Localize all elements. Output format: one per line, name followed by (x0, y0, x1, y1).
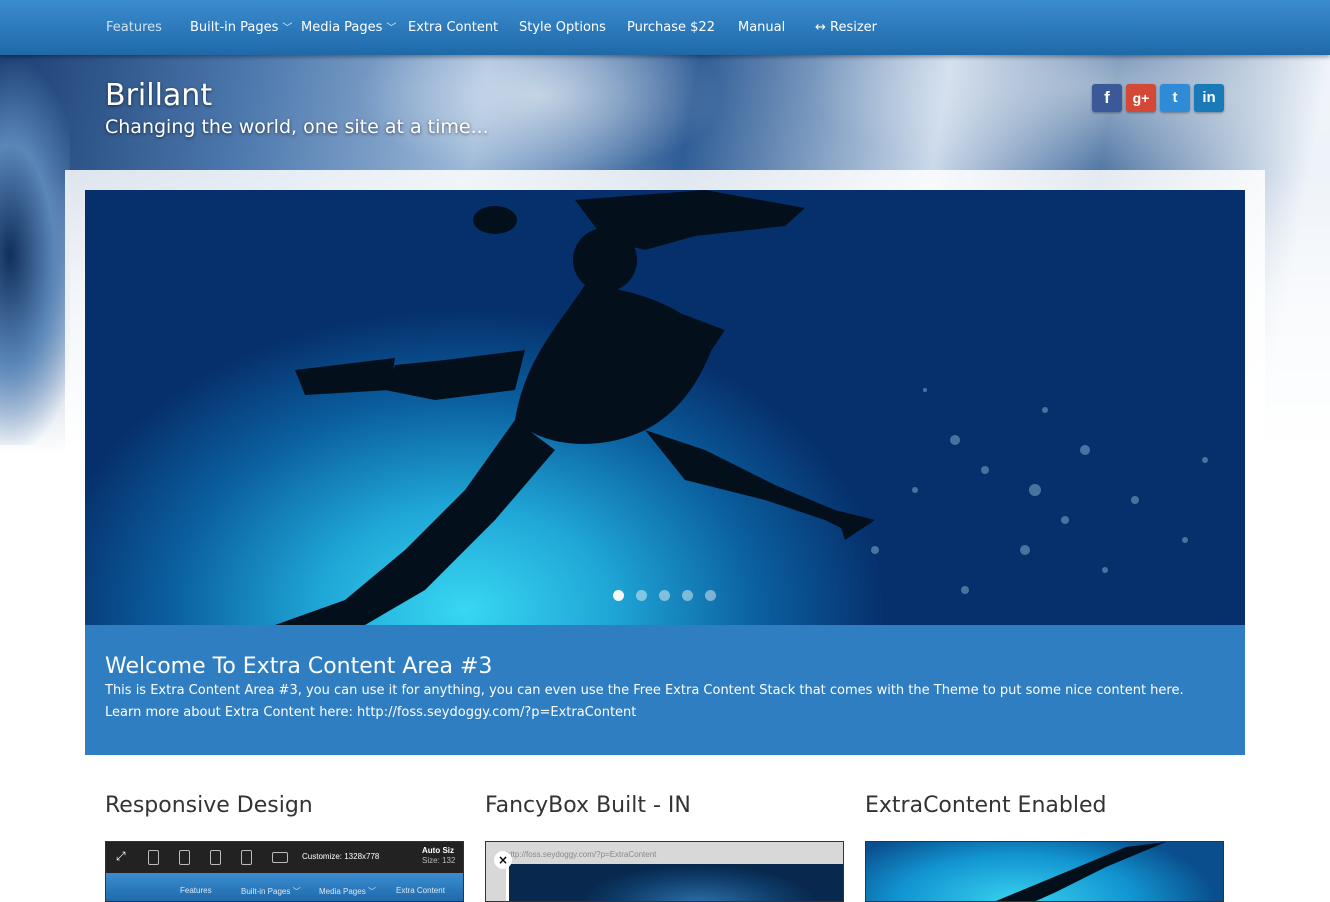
nav-item-manual[interactable]: Manual (738, 19, 785, 37)
extra-content-title: Welcome To Extra Content Area #3 (105, 654, 493, 679)
expand-icon: ⤢ (116, 849, 126, 863)
thumbnail-url-text: http://foss.seydoggy.com/?p=ExtraContent (506, 850, 657, 859)
facebook-icon[interactable]: f (1092, 84, 1122, 112)
google-plus-icon[interactable]: g+ (1126, 84, 1156, 112)
slider-dot[interactable] (659, 590, 670, 601)
nav-item-purchase[interactable]: Purchase $22 (627, 19, 715, 37)
mini-nav-item: Media Pages ﹀ (319, 887, 376, 896)
auto-size-label: Auto Siz (422, 846, 454, 855)
extra-content-text: This is Extra Content Area #3, you can u… (105, 683, 1184, 698)
thumbnail-fancybox[interactable]: http://foss.seydoggy.com/?p=ExtraContent… (485, 841, 844, 902)
chevron-down-icon: ﹀ (386, 23, 397, 34)
phone-landscape-icon (179, 850, 190, 865)
bubbles-decoration (871, 388, 1208, 594)
linkedin-icon[interactable]: in (1194, 84, 1224, 112)
slider-dot[interactable] (705, 590, 716, 601)
slider-pagination (613, 586, 728, 601)
feature-heading-fancybox: FancyBox Built - IN (485, 793, 691, 818)
customize-size-label: Customize: 1328x778 (302, 852, 380, 861)
image-slider[interactable] (85, 190, 1245, 625)
site-tagline: Changing the world, one site at a time..… (105, 116, 489, 138)
mini-nav-item: Extra Content (396, 886, 445, 895)
slider-dot[interactable] (682, 590, 693, 601)
twitter-icon[interactable]: t (1160, 84, 1190, 112)
phone-icon (148, 850, 159, 865)
nav-item-resizer[interactable]: ↔ Resizer (815, 19, 877, 37)
thumbnail-extracontent[interactable] (865, 841, 1224, 902)
thumbnail-responsive-design[interactable]: ⤢ Customize: 1328x778 Auto Siz Size: 132… (105, 841, 464, 902)
slider-dot[interactable] (636, 590, 647, 601)
desktop-icon (272, 852, 288, 863)
close-icon[interactable]: × (494, 851, 512, 869)
size-label: Size: 132 (422, 856, 456, 865)
mini-nav-item: Features (180, 886, 212, 895)
site-title[interactable]: Brillant (105, 78, 212, 113)
feature-heading-extracontent: ExtraContent Enabled (865, 793, 1107, 818)
chevron-down-icon: ﹀ (282, 23, 293, 34)
extra-content-link-text[interactable]: Learn more about Extra Content here: htt… (105, 705, 636, 720)
main-navigation: Features Built-in Pages ﹀ Media Pages ﹀ Ex… (0, 0, 1330, 55)
nav-item-features[interactable]: Features (106, 19, 162, 37)
nav-item-media-pages[interactable]: Media Pages ﹀ (301, 19, 396, 38)
nav-item-built-in-pages[interactable]: Built-in Pages ﹀ (190, 19, 292, 38)
water-splash-left (0, 55, 70, 445)
mini-nav-item: Built-in Pages ﹀ (241, 887, 301, 896)
slider-dot[interactable] (613, 590, 624, 601)
fancybox-photo (506, 864, 843, 901)
tablet-landscape-icon (241, 850, 252, 865)
diver-silhouette-small (996, 842, 1166, 901)
tablet-icon (210, 850, 221, 865)
feature-heading-responsive: Responsive Design (105, 793, 313, 818)
nav-item-style-options[interactable]: Style Options (519, 19, 606, 37)
nav-item-extra-content[interactable]: Extra Content (408, 19, 498, 37)
extra-content-area: Welcome To Extra Content Area #3 This is… (85, 625, 1245, 755)
